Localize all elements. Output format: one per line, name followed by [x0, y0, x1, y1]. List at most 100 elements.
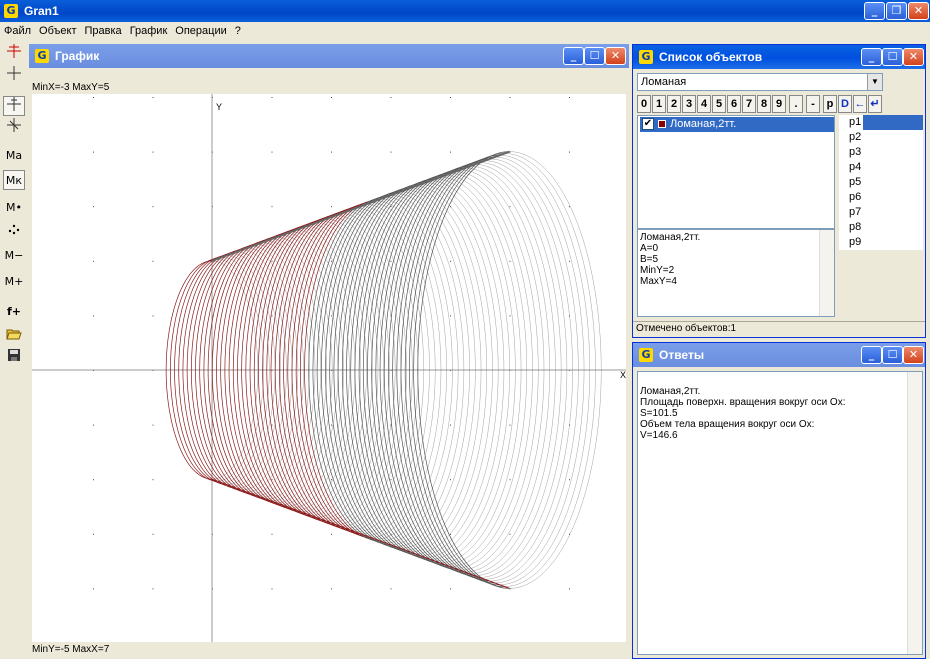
point-item[interactable]: p9	[839, 235, 923, 250]
key-p[interactable]: p	[823, 95, 837, 113]
menu-operations[interactable]: Операции	[171, 22, 230, 40]
objects-window: G Список объектов _ ☐ ✕ Ломаная ▼ 0 1 2 …	[632, 44, 926, 338]
point-item[interactable]: p3	[839, 145, 923, 160]
m-dot-tool-button[interactable]: M•	[3, 198, 25, 218]
grid-dot	[93, 588, 94, 590]
key-3[interactable]: 3	[682, 95, 696, 113]
detail-line: MaxY=4	[640, 276, 677, 287]
point-item[interactable]: p6	[839, 190, 923, 205]
mk-tool-button[interactable]: Mк	[3, 170, 25, 190]
objects-minimize-button[interactable]: _	[861, 48, 882, 66]
point-item[interactable]: p7	[839, 205, 923, 220]
point-item[interactable]: p5	[839, 175, 923, 190]
grid-dot	[271, 260, 273, 262]
app-title: Gran1	[24, 4, 59, 18]
details-scrollbar[interactable]	[819, 230, 834, 316]
point-item[interactable]: p1	[839, 115, 923, 130]
menu-help[interactable]: ?	[231, 22, 245, 40]
grid-dot	[331, 260, 332, 262]
m-minus-tool-button[interactable]: M−	[3, 246, 25, 266]
answers-window-title: Ответы	[659, 348, 705, 362]
grid-dot	[152, 206, 154, 208]
grid-dot	[271, 588, 273, 590]
point-value-selected[interactable]	[863, 115, 923, 130]
object-details[interactable]: Ломаная,2тт. A=0 B=5 MinY=2 MaxY=4	[637, 229, 835, 317]
point-item[interactable]: p4	[839, 160, 923, 175]
objects-maximize-button[interactable]: ☐	[882, 48, 903, 66]
objects-close-button[interactable]: ✕	[903, 48, 924, 66]
open-folder-icon	[6, 329, 22, 340]
grid-dot	[390, 260, 392, 262]
key-8[interactable]: 8	[757, 95, 771, 113]
key-1[interactable]: 1	[652, 95, 666, 113]
key-5[interactable]: 5	[712, 95, 726, 113]
objects-list[interactable]: ✔ Ломаная,2тт.	[637, 115, 835, 229]
key-backspace[interactable]: ←	[853, 95, 867, 113]
ma-tool-button[interactable]: Ma	[3, 146, 25, 166]
key-d[interactable]: D	[838, 95, 852, 113]
graph-minimize-button[interactable]: _	[563, 47, 584, 65]
key-4[interactable]: 4	[697, 95, 711, 113]
detail-line: MinY=2	[640, 265, 675, 276]
point-item[interactable]: p8	[839, 220, 923, 235]
graph-plot[interactable]	[32, 94, 626, 642]
grid-dot	[152, 424, 154, 426]
menu-edit[interactable]: Правка	[81, 22, 126, 40]
key-enter[interactable]: ↵	[868, 95, 882, 113]
grid-dot	[93, 315, 94, 317]
f-plus-tool-button[interactable]: f+	[3, 302, 25, 322]
key-9[interactable]: 9	[772, 95, 786, 113]
chevron-down-icon[interactable]: ▼	[867, 74, 882, 90]
pin-axes-icon	[7, 97, 21, 111]
key-2[interactable]: 2	[667, 95, 681, 113]
grid-dot	[152, 533, 154, 535]
points-list[interactable]: p1 p2 p3 p4 p5 p6 p7 p8 p9	[839, 115, 923, 250]
key-7[interactable]: 7	[742, 95, 756, 113]
axes-tool-button[interactable]	[3, 44, 25, 64]
objects-window-title-bar[interactable]: G Список объектов _ ☐ ✕	[633, 45, 925, 69]
answers-minimize-button[interactable]: _	[861, 346, 882, 364]
grid-dot	[390, 97, 392, 98]
answers-scrollbar[interactable]	[907, 372, 922, 654]
scatter-tool-button[interactable]	[3, 222, 25, 242]
point-item[interactable]: p2	[839, 130, 923, 145]
pin-cross-tool-button[interactable]	[3, 118, 25, 138]
app-title-bar[interactable]: G Gran1 _ ❐ ✕	[0, 0, 930, 22]
graph-canvas[interactable]: Y X	[32, 94, 626, 642]
close-icon: ✕	[908, 50, 919, 63]
minimize-button[interactable]: _	[864, 2, 885, 20]
point-label: p6	[849, 191, 862, 203]
key-6[interactable]: 6	[727, 95, 741, 113]
menu-file[interactable]: Файл	[0, 22, 35, 40]
close-button[interactable]: ✕	[908, 2, 929, 20]
open-tool-button[interactable]	[3, 326, 25, 346]
key-minus[interactable]: -	[806, 95, 820, 113]
graph-window-title-bar[interactable]: G График _ ☐ ✕	[29, 44, 629, 68]
answers-text[interactable]: Ломаная,2тт. Площадь поверхн. вращения в…	[637, 371, 923, 655]
checkbox-icon[interactable]: ✔	[642, 118, 654, 130]
cross-tool-button[interactable]	[3, 66, 25, 86]
key-0[interactable]: 0	[637, 95, 651, 113]
list-item[interactable]: ✔ Ломаная,2тт.	[640, 117, 834, 132]
grid-dot	[271, 533, 273, 535]
points-list-items: p1 p2 p3 p4 p5 p6 p7 p8 p9	[839, 115, 923, 250]
menu-object[interactable]: Объект	[35, 22, 80, 40]
key-dot[interactable]: .	[789, 95, 803, 113]
object-type-dropdown[interactable]: Ломаная ▼	[637, 73, 883, 91]
axes-icon	[7, 44, 21, 58]
answers-window-title-bar[interactable]: G Ответы _ ☐ ✕	[633, 343, 925, 367]
grid-dot	[152, 479, 154, 481]
answers-close-button[interactable]: ✕	[903, 346, 924, 364]
object-type-value: Ломаная	[641, 76, 687, 88]
graph-close-button[interactable]: ✕	[605, 47, 626, 65]
menu-graph[interactable]: График	[126, 22, 172, 40]
m-plus-tool-button[interactable]: M+	[3, 272, 25, 292]
answers-maximize-button[interactable]: ☐	[882, 346, 903, 364]
grid-dot	[569, 260, 570, 262]
grid-dot	[93, 533, 94, 535]
save-tool-button[interactable]	[3, 348, 25, 368]
restore-button[interactable]: ❐	[886, 2, 907, 20]
grid-dot	[152, 260, 154, 262]
graph-maximize-button[interactable]: ☐	[584, 47, 605, 65]
pin-axes-tool-button[interactable]	[3, 96, 25, 116]
